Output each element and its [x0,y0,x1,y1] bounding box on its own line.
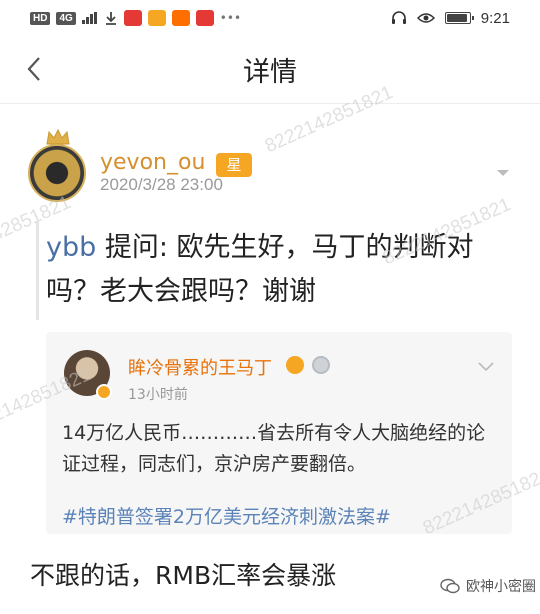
headphones-icon [391,11,406,24]
question-text: 提问: 欧先生好，马丁的判断对吗？老大会跟吗？谢谢 [46,232,474,307]
app-notification-icon [147,10,166,26]
page-title: 详情 [243,57,297,88]
quoted-text: 14万亿人民币…………省去所有令人大脑绝经的论证过程，同志们，京沪房产要翻倍。 [62,422,486,475]
back-button[interactable] [20,54,48,84]
chevron-left-icon [27,57,40,81]
nav-bar: 详情 [0,36,540,104]
brand-watermark: 欧神小密圈 [440,576,536,596]
quoted-author-name[interactable]: 眸冷骨累的王马丁 [128,354,272,380]
post-time: 2020/3/28 23:00 [100,175,223,194]
fan-badge-icon [286,356,304,374]
verified-badge-icon [96,384,112,400]
battery-icon [444,12,474,24]
answer-text: 不跟的话，RMB汇率会暴涨 [30,561,337,590]
app-notification-icon [123,10,142,26]
status-bar: HD 4G ••• 9:21 [0,0,540,36]
signal-indicator: 4G [56,11,76,25]
hashtag-link[interactable]: #特朗普签署2万亿美元经济刺激法案# [62,502,391,529]
status-time: 9:21 [480,9,510,27]
status-bar-left: HD 4G ••• [30,10,241,26]
medal-icon [312,356,330,374]
quote-bar [36,222,39,320]
signal-bars-icon [81,12,97,24]
question-user[interactable]: ybb [46,232,96,263]
author-name[interactable]: yevon_ou [100,150,205,175]
status-bar-right: 9:21 [391,10,510,27]
eye-icon [416,13,435,23]
author-avatar[interactable] [28,144,86,202]
chevron-down-icon[interactable] [478,362,494,372]
quoted-time: 13小时前 [128,387,188,403]
question-block: ybb 提问: 欧先生好，马丁的判断对吗？老大会跟吗？谢谢 [46,226,516,314]
app-notification-icon [171,10,190,26]
dropdown-arrow-icon[interactable] [496,168,510,178]
quoted-post-card[interactable]: 眸冷骨累的王马丁 13小时前 14万亿人民币…………省去所有令人大脑绝经的论证过… [46,332,512,534]
brand-name: 欧神小密圈 [466,579,536,595]
download-icon [105,12,116,25]
hd-indicator: HD [30,11,51,25]
more-notifications-icon: ••• [219,11,242,25]
star-badge: 星 [216,153,252,177]
app-notification-icon [195,10,214,26]
chat-bubbles-icon [440,578,460,594]
